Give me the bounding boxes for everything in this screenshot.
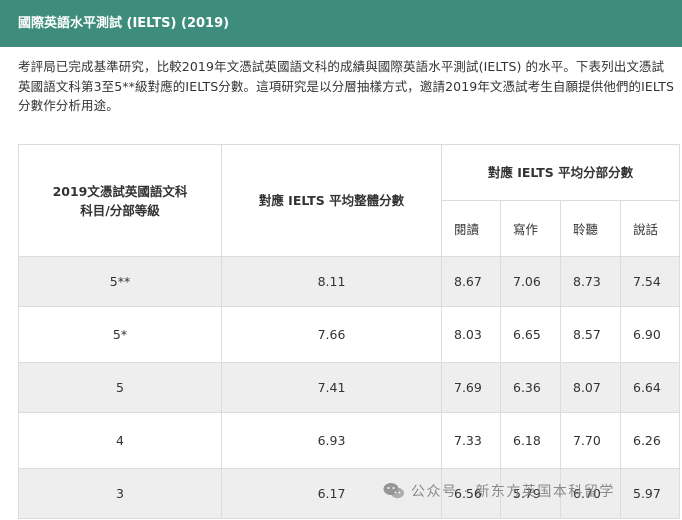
table-row: 5** 8.11 8.67 7.06 8.73 7.54 (18, 256, 681, 307)
cell-speaking: 6.26 (619, 412, 681, 469)
header-reading: 閱讀 (441, 200, 501, 257)
cell-reading: 7.33 (441, 412, 501, 469)
cell-speaking: 6.64 (619, 362, 681, 413)
table-row: 5* 7.66 8.03 6.65 8.57 6.90 (18, 306, 681, 363)
cell-speaking: 7.54 (619, 256, 681, 307)
watermark-text: 公众号 · 新东方英国本科留学 (411, 484, 615, 500)
table-row: 5 7.41 7.69 6.36 8.07 6.64 (18, 362, 681, 413)
cell-overall: 8.11 (221, 256, 442, 307)
cell-level: 3 (18, 468, 222, 519)
header-listening: 聆聽 (560, 200, 621, 257)
header-section-group: 對應 IELTS 平均分部分數 (440, 144, 681, 201)
intro-paragraph: 考評局已完成基準研究，比較2019年文憑試英國語文科的成績與國際英語水平測試(I… (18, 59, 675, 113)
page: 國際英語水平測試 (IELTS) (2019) 考評局已完成基準研究，比較201… (0, 0, 682, 520)
cell-listening: 8.73 (560, 256, 621, 307)
cell-writing: 6.18 (500, 412, 561, 469)
ielts-score-table: 2019文憑試英國語文科 科目/分部等級 對應 IELTS 平均整體分數 對應 … (18, 144, 681, 519)
table-row: 4 6.93 7.33 6.18 7.70 6.26 (18, 412, 681, 469)
header-overall: 對應 IELTS 平均整體分數 (221, 144, 442, 257)
cell-reading: 7.69 (441, 362, 501, 413)
cell-overall: 7.41 (221, 362, 442, 413)
cell-listening: 7.70 (560, 412, 621, 469)
cell-writing: 6.36 (500, 362, 561, 413)
cell-speaking: 6.90 (619, 306, 681, 363)
cell-level: 4 (18, 412, 222, 469)
cell-listening: 8.07 (560, 362, 621, 413)
cell-level: 5 (18, 362, 222, 413)
watermark: 公众号 · 新东方英国本科留学 (383, 478, 615, 504)
cell-overall: 6.93 (221, 412, 442, 469)
cell-listening: 8.57 (560, 306, 621, 363)
wechat-icon (383, 482, 405, 500)
page-title: 國際英語水平測試 (IELTS) (2019) (0, 0, 682, 47)
cell-level: 5** (18, 256, 222, 307)
cell-speaking: 5.97 (619, 468, 681, 519)
cell-reading: 8.03 (441, 306, 501, 363)
cell-writing: 7.06 (500, 256, 561, 307)
header-level: 2019文憑試英國語文科 科目/分部等級 (18, 144, 222, 257)
header-speaking: 說話 (619, 200, 681, 257)
cell-level: 5* (18, 306, 222, 363)
cell-overall: 7.66 (221, 306, 442, 363)
cell-writing: 6.65 (500, 306, 561, 363)
cell-reading: 8.67 (441, 256, 501, 307)
header-writing: 寫作 (500, 200, 561, 257)
